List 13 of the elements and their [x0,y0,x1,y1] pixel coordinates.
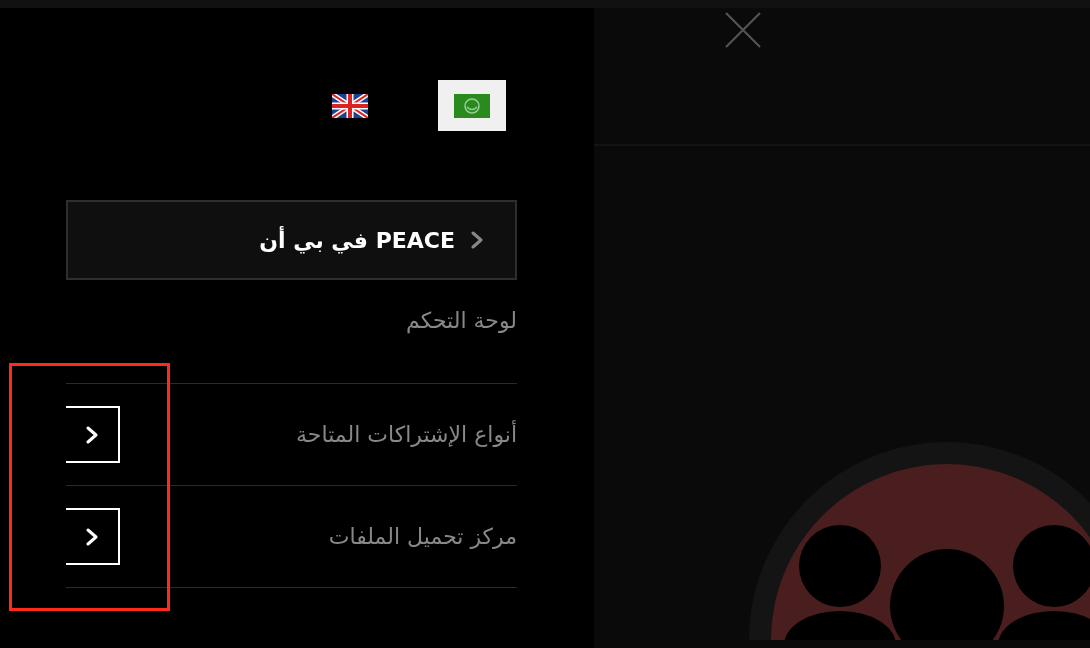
expand-button[interactable] [66,508,120,565]
menu-item[interactable]: PEACE في بي أن [66,200,517,280]
chevron-icon [86,527,98,546]
menu-link[interactable]: مركز تحميل الملفات [328,524,517,549]
chevron-icon [471,231,483,249]
emblem-flag-icon [454,93,490,118]
chevron-icon [86,425,98,444]
uk-flag-icon [332,93,368,118]
expand-button[interactable] [66,406,120,463]
menu-link[interactable]: لوحة التحكم [406,308,517,333]
menu-link[interactable]: أنواع الإشتراكات المتاحة [296,422,517,447]
close-icon[interactable] [725,12,761,48]
menu-item-label[interactable]: PEACE في بي أن [259,227,455,253]
